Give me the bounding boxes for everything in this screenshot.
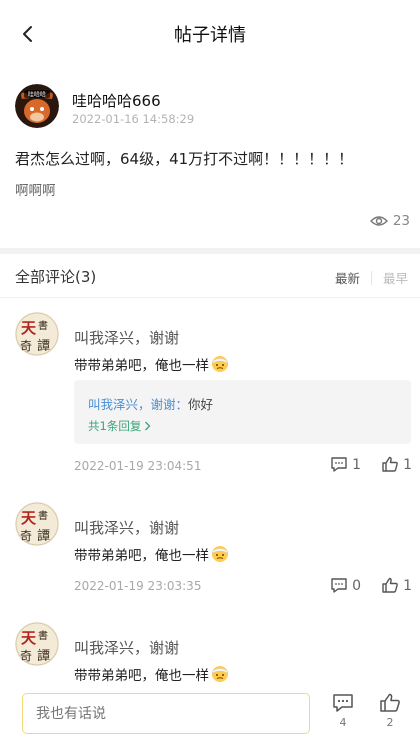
view-count: 23 xyxy=(369,213,410,229)
reply-line: 叫我泽兴，谢谢：你好 xyxy=(88,394,213,413)
comment-text: 带带弟弟吧，俺也一样 xyxy=(74,354,229,374)
reply-text: 你好 xyxy=(188,397,214,412)
top-bar: 帖子详情 xyxy=(0,0,420,68)
bandaged-face-emoji-icon xyxy=(212,356,228,372)
svg-text:奇: 奇 xyxy=(20,529,32,543)
sort-toggle: 最新 最早 xyxy=(335,268,408,287)
sort-latest-button[interactable]: 最新 xyxy=(335,268,360,287)
chevron-right-icon xyxy=(145,421,151,431)
comment-text: 带带弟弟吧，俺也一样 xyxy=(74,664,229,683)
comment-bubble-icon xyxy=(331,578,347,593)
commenter-name[interactable]: 叫我泽兴，谢谢 xyxy=(74,517,179,538)
comment-bubble-icon xyxy=(333,694,353,712)
svg-text:譚: 譚 xyxy=(37,338,50,354)
comment-actions: 1 1 xyxy=(330,456,412,473)
svg-text:書: 書 xyxy=(38,629,48,642)
comments-header: 全部评论(3) 最新 最早 xyxy=(0,254,420,298)
reply-author[interactable]: 叫我泽兴，谢谢 xyxy=(88,397,176,412)
comment-bubble-icon xyxy=(331,457,347,472)
view-replies-link[interactable]: 共1条回复 xyxy=(88,418,151,434)
comment-timestamp: 2022-01-19 23:04:51 xyxy=(74,459,202,473)
eye-icon xyxy=(369,216,388,226)
svg-text:天: 天 xyxy=(21,319,37,337)
post-title: 君杰怎么过啊，64级，41万打不过啊！！！！！！ xyxy=(15,150,354,168)
svg-text:奇: 奇 xyxy=(20,339,32,353)
author-avatar[interactable]: 哇哈哈 xyxy=(15,84,59,128)
bandaged-face-emoji-icon xyxy=(212,666,228,682)
comments-title: 全部评论(3) xyxy=(15,268,97,286)
commenter-avatar[interactable]: 天 書 奇 譚 xyxy=(15,502,59,546)
comment-reply-count: 1 xyxy=(352,456,362,473)
comment-input[interactable] xyxy=(22,693,310,734)
comment-like-count: 1 xyxy=(403,456,412,473)
comment-like-button[interactable]: 1 xyxy=(381,577,412,594)
svg-text:天: 天 xyxy=(21,509,37,527)
reply-separator: ： xyxy=(175,397,189,412)
footer-comment-button[interactable]: 4 xyxy=(326,693,360,729)
thumbs-up-icon xyxy=(382,456,398,472)
svg-text:譚: 譚 xyxy=(37,528,50,544)
comment-item: 天 書 奇 譚 叫我泽兴，谢谢 带带弟弟吧，俺也一样 2022-01-19 23… xyxy=(0,488,420,618)
svg-text:譚: 譚 xyxy=(37,648,50,664)
commenter-avatar[interactable]: 天 書 奇 譚 xyxy=(15,622,59,666)
svg-text:天: 天 xyxy=(21,629,37,647)
reply-preview[interactable]: 叫我泽兴，谢谢：你好 共1条回复 xyxy=(74,380,411,444)
comment-item: 天 書 奇 譚 叫我泽兴，谢谢 带带弟弟吧，俺也一样 xyxy=(0,608,420,683)
comment-bar: 4 2 xyxy=(0,683,420,747)
commenter-name[interactable]: 叫我泽兴，谢谢 xyxy=(74,327,179,348)
comment-timestamp: 2022-01-19 23:03:35 xyxy=(74,579,202,593)
comment-text-content: 带带弟弟吧，俺也一样 xyxy=(74,668,209,683)
footer-comment-count: 4 xyxy=(339,716,347,729)
comment-reply-button[interactable]: 0 xyxy=(330,577,361,594)
sort-divider xyxy=(370,270,372,285)
comment-actions: 0 1 xyxy=(330,577,412,594)
footer-like-button[interactable]: 2 xyxy=(373,693,407,729)
post-card: 哇哈哈 哇哈哈哈666 2022-01-16 14:58:29 君杰怎么过啊，6… xyxy=(0,68,420,248)
comment-text: 带带弟弟吧，俺也一样 xyxy=(74,544,229,564)
footer-like-count: 2 xyxy=(386,716,394,729)
comment-like-count: 1 xyxy=(403,577,412,594)
sort-earliest-button[interactable]: 最早 xyxy=(383,268,408,287)
thumbs-up-icon xyxy=(382,577,398,593)
author-name[interactable]: 哇哈哈哈666 xyxy=(72,90,161,111)
comment-text-content: 带带弟弟吧，俺也一样 xyxy=(74,358,209,374)
view-replies-label: 共1条回复 xyxy=(88,419,142,433)
comment-like-button[interactable]: 1 xyxy=(381,456,412,473)
thumbs-up-icon xyxy=(380,693,400,712)
view-count-value: 23 xyxy=(392,213,410,229)
commenter-avatar[interactable]: 天 書 奇 譚 xyxy=(15,312,59,356)
comment-reply-button[interactable]: 1 xyxy=(330,456,361,473)
svg-text:書: 書 xyxy=(38,509,48,522)
comment-reply-count: 0 xyxy=(352,577,362,594)
comment-item: 天 書 奇 譚 叫我泽兴，谢谢 带带弟弟吧，俺也一样 叫我泽兴，谢谢：你好 共1… xyxy=(0,298,420,488)
commenter-name[interactable]: 叫我泽兴，谢谢 xyxy=(74,637,179,658)
svg-text:奇: 奇 xyxy=(20,649,32,663)
page-title: 帖子详情 xyxy=(174,25,246,46)
comment-text-content: 带带弟弟吧，俺也一样 xyxy=(74,548,209,564)
post-timestamp: 2022-01-16 14:58:29 xyxy=(72,112,195,126)
post-body: 啊啊啊 xyxy=(15,183,56,199)
bandaged-face-emoji-icon xyxy=(212,546,228,562)
svg-text:書: 書 xyxy=(38,319,48,332)
avatar-badge: 哇哈哈 xyxy=(28,91,46,99)
